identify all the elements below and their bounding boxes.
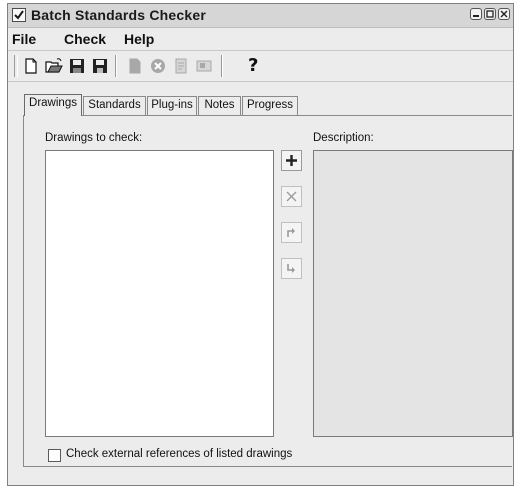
drawings-to-check-label: Drawings to check: bbox=[45, 132, 143, 144]
tab-drawings[interactable]: Drawings bbox=[24, 94, 82, 116]
drawings-tab-panel: Drawings to check: Description: Check ex… bbox=[23, 115, 513, 467]
add-drawing-button[interactable] bbox=[281, 150, 302, 171]
export-report-icon[interactable] bbox=[195, 57, 213, 75]
tab-notes[interactable]: Notes bbox=[198, 96, 241, 115]
check-document-icon[interactable] bbox=[126, 57, 144, 75]
tab-standards[interactable]: Standards bbox=[83, 96, 146, 115]
toolbar-grip[interactable] bbox=[14, 55, 18, 77]
move-up-button[interactable] bbox=[281, 222, 302, 243]
move-down-button[interactable] bbox=[281, 258, 302, 279]
tab-progress[interactable]: Progress bbox=[242, 96, 298, 115]
save-as-icon[interactable] bbox=[91, 57, 109, 75]
remove-drawing-button[interactable] bbox=[281, 186, 302, 207]
new-document-icon[interactable] bbox=[22, 57, 40, 75]
drawings-list[interactable] bbox=[45, 150, 274, 437]
toolbar: ? bbox=[8, 51, 513, 82]
toolbar-separator bbox=[115, 55, 117, 77]
menu-file[interactable]: File bbox=[12, 31, 36, 47]
help-icon[interactable]: ? bbox=[248, 55, 258, 76]
report-icon[interactable] bbox=[172, 57, 190, 75]
tab-plug-ins[interactable]: Plug-ins bbox=[147, 96, 197, 115]
description-label: Description: bbox=[313, 132, 374, 144]
minimize-icon[interactable] bbox=[470, 8, 482, 20]
open-folder-icon[interactable] bbox=[45, 57, 63, 75]
description-box bbox=[313, 150, 513, 437]
xref-checkbox[interactable] bbox=[48, 449, 61, 462]
title-bar[interactable]: Batch Standards Checker bbox=[8, 4, 513, 28]
stop-icon[interactable] bbox=[149, 57, 167, 75]
close-icon[interactable] bbox=[498, 8, 510, 20]
save-icon[interactable] bbox=[68, 57, 86, 75]
xref-checkbox-label[interactable]: Check external references of listed draw… bbox=[66, 448, 292, 460]
batch-standards-checker-window: Batch Standards Checker File Check Help bbox=[7, 3, 514, 486]
window-title: Batch Standards Checker bbox=[31, 7, 206, 23]
menu-bar: File Check Help bbox=[8, 28, 513, 51]
maximize-icon[interactable] bbox=[484, 8, 496, 20]
checkmark-app-icon bbox=[12, 8, 26, 22]
toolbar-separator bbox=[221, 55, 223, 77]
menu-check[interactable]: Check bbox=[64, 31, 106, 47]
menu-help[interactable]: Help bbox=[124, 31, 154, 47]
